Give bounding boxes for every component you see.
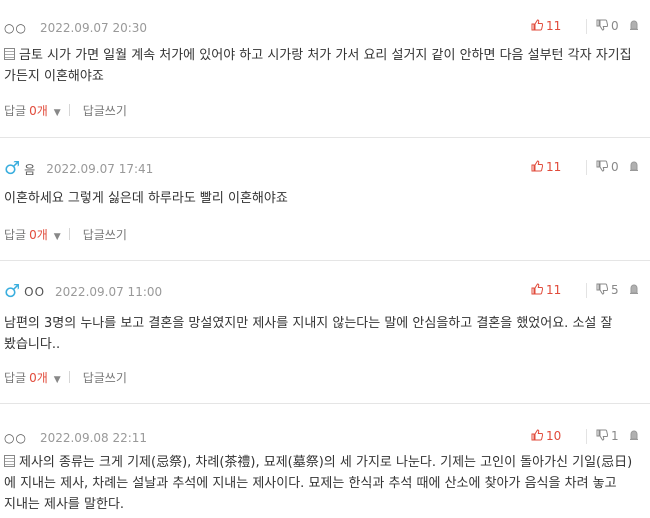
upvote-count: 11 <box>546 283 562 297</box>
comment-date: 2022.09.07 20:30 <box>39 21 148 35</box>
comment-meta: ♂ OO 2022.09.07 11:00 <box>4 282 162 302</box>
downvote-count: 5 <box>611 283 619 297</box>
upvote-button[interactable]: 11 <box>531 282 586 298</box>
reply-bar: 답글 0개 ▼ 답글쓰기 <box>4 100 127 120</box>
comment-body: 금토 시가 가면 일월 계속 처가에 있어야 하고 시가랑 처가 가서 요리 설… <box>4 45 638 87</box>
reply-toggle[interactable]: 답글 0개 ▼ <box>4 226 61 243</box>
comment-author[interactable]: 음 <box>24 161 36 178</box>
thumbs-up-icon <box>531 282 544 298</box>
upvote-count: 11 <box>546 19 562 33</box>
comment-author[interactable]: OO <box>24 285 45 299</box>
reply-label: 답글 <box>4 370 27 385</box>
upvote-count: 10 <box>546 429 562 443</box>
reply-count: 0개 <box>29 227 48 242</box>
comment-author[interactable]: ○○ <box>4 431 27 445</box>
comment-date: 2022.09.08 22:11 <box>39 431 148 445</box>
reply-bar: 답글 0개 ▼ 답글쓰기 <box>4 224 127 244</box>
report-icon <box>630 283 638 297</box>
upvote-button[interactable]: 11 <box>531 159 586 175</box>
reply-toggle[interactable]: 답글 0개 ▼ <box>4 369 61 386</box>
memo-icon <box>4 48 15 60</box>
report-button[interactable] <box>628 429 640 443</box>
caret-down-icon: ▼ <box>53 374 61 385</box>
report-button[interactable] <box>628 283 640 297</box>
reply-toggle[interactable]: 답글 0개 ▼ <box>4 102 61 119</box>
comment-item: ○○ 2022.09.07 20:30 11 0 금토 시가 가면 일월 계속 … <box>0 0 650 137</box>
thumbs-down-icon <box>596 283 609 298</box>
report-icon <box>630 19 638 33</box>
report-button[interactable] <box>628 160 640 174</box>
comment-text: 남편의 3명의 누나를 보고 결혼을 망설였지만 제사를 지내지 않는다는 말에… <box>4 316 613 352</box>
comment-item: ○○ 2022.09.08 22:11 10 1 제사의 종류는 크게 기제(忌… <box>0 403 650 518</box>
upvote-count: 11 <box>546 160 562 174</box>
comment-item: ♂ OO 2022.09.07 11:00 11 5 남편의 3명의 누나를 보… <box>0 260 650 403</box>
divider <box>68 371 70 383</box>
reply-label: 답글 <box>4 227 27 242</box>
write-reply-button[interactable]: 답글쓰기 <box>83 369 127 386</box>
caret-down-icon: ▼ <box>53 231 61 242</box>
comment-date: 2022.09.07 11:00 <box>55 285 163 299</box>
report-icon <box>630 160 638 174</box>
thumbs-down-icon <box>596 19 609 34</box>
male-icon: ♂ <box>4 158 21 179</box>
thumbs-down-icon <box>596 160 609 175</box>
reply-label: 답글 <box>4 103 27 118</box>
upvote-button[interactable]: 11 <box>531 18 586 34</box>
reply-count: 0개 <box>29 103 48 118</box>
thumbs-up-icon <box>531 18 544 34</box>
divider <box>68 228 70 240</box>
comment-body: 제사의 종류는 크게 기제(忌祭), 차례(茶禮), 묘제(墓祭)의 세 가지로… <box>4 452 638 515</box>
report-button[interactable] <box>628 19 640 33</box>
caret-down-icon: ▼ <box>53 107 61 118</box>
comment-body: 남편의 3명의 누나를 보고 결혼을 망설였지만 제사를 지내지 않는다는 말에… <box>4 313 638 355</box>
comment-text: 제사의 종류는 크게 기제(忌祭), 차례(茶禮), 묘제(墓祭)의 세 가지로… <box>4 455 633 512</box>
write-reply-button[interactable]: 답글쓰기 <box>83 102 127 119</box>
comment-meta: ○○ 2022.09.07 20:30 <box>4 18 147 38</box>
write-reply-button[interactable]: 답글쓰기 <box>83 226 127 243</box>
comment-votes: 11 5 <box>531 280 640 300</box>
downvote-count: 0 <box>611 160 619 174</box>
comment-meta: ♂ 음 2022.09.07 17:41 <box>4 159 153 179</box>
downvote-button[interactable]: 5 <box>586 282 628 298</box>
male-icon: ♂ <box>4 281 21 302</box>
comment-list: ○○ 2022.09.07 20:30 11 0 금토 시가 가면 일월 계속 … <box>0 0 650 518</box>
upvote-button[interactable]: 10 <box>531 428 586 444</box>
divider <box>68 104 70 116</box>
comment-text: 금토 시가 가면 일월 계속 처가에 있어야 하고 시가랑 처가 가서 요리 설… <box>4 48 632 84</box>
downvote-button[interactable]: 1 <box>586 428 628 444</box>
thumbs-down-icon <box>596 429 609 444</box>
memo-icon <box>4 455 15 467</box>
downvote-button[interactable]: 0 <box>586 18 628 34</box>
thumbs-up-icon <box>531 159 544 175</box>
comment-author[interactable]: ○○ <box>4 21 27 35</box>
comment-votes: 11 0 <box>531 157 640 177</box>
report-icon <box>630 429 638 443</box>
downvote-count: 0 <box>611 19 619 33</box>
downvote-count: 1 <box>611 429 619 443</box>
comment-text: 이혼하세요 그렇게 싫은데 하루라도 빨리 이혼해야죠 <box>4 191 288 206</box>
thumbs-up-icon <box>531 428 544 444</box>
comment-votes: 10 1 <box>531 426 640 446</box>
comment-votes: 11 0 <box>531 16 640 36</box>
downvote-button[interactable]: 0 <box>586 159 628 175</box>
comment-item: ♂ 음 2022.09.07 17:41 11 0 이혼하세요 그렇게 싫은데 … <box>0 137 650 260</box>
comment-meta: ○○ 2022.09.08 22:11 <box>4 428 147 448</box>
reply-count: 0개 <box>29 370 48 385</box>
reply-bar: 답글 0개 ▼ 답글쓰기 <box>4 367 127 387</box>
comment-date: 2022.09.07 17:41 <box>46 162 154 176</box>
comment-body: 이혼하세요 그렇게 싫은데 하루라도 빨리 이혼해야죠 <box>4 188 638 209</box>
